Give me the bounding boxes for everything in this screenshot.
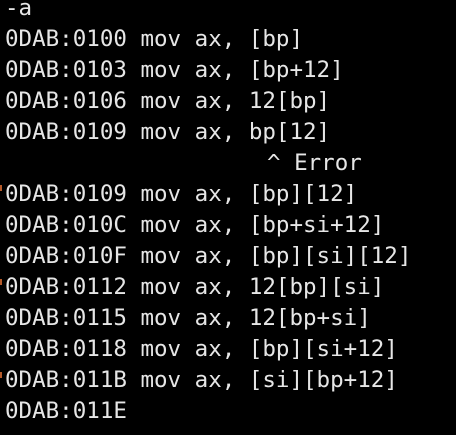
left-edge-marker [0,185,2,191]
error-marker-line: ^ Error [267,150,362,176]
assembly-line: 0DAB:0109 mov ax, [bp][12] [5,181,358,207]
assembly-line: 0DAB:0109 mov ax, bp[12] [5,119,331,145]
left-edge-marker [0,372,2,378]
current-address-line: 0DAB:011E [5,398,127,424]
assembly-line: 0DAB:011B mov ax, [si][bp+12] [5,367,398,393]
command-prompt-line: -a [5,0,33,21]
assembly-line: 0DAB:0115 mov ax, 12[bp+si] [5,305,371,331]
assembly-line: 0DAB:0112 mov ax, 12[bp][si] [5,274,385,300]
assembly-line: 0DAB:0100 mov ax, [bp] [5,26,304,52]
assembly-line: 0DAB:010F mov ax, [bp][si][12] [5,243,412,269]
assembly-line: 0DAB:0118 mov ax, [bp][si+12] [5,336,398,362]
assembly-line: 0DAB:010C mov ax, [bp+si+12] [5,212,385,238]
assembly-line: 0DAB:0106 mov ax, 12[bp] [5,88,331,114]
terminal-window[interactable]: -a 0DAB:0100 mov ax, [bp] 0DAB:0103 mov … [0,0,456,435]
terminal-output: -a 0DAB:0100 mov ax, [bp] 0DAB:0103 mov … [5,0,411,427]
assembly-line: 0DAB:0103 mov ax, [bp+12] [5,57,344,83]
left-edge-marker [0,279,2,285]
